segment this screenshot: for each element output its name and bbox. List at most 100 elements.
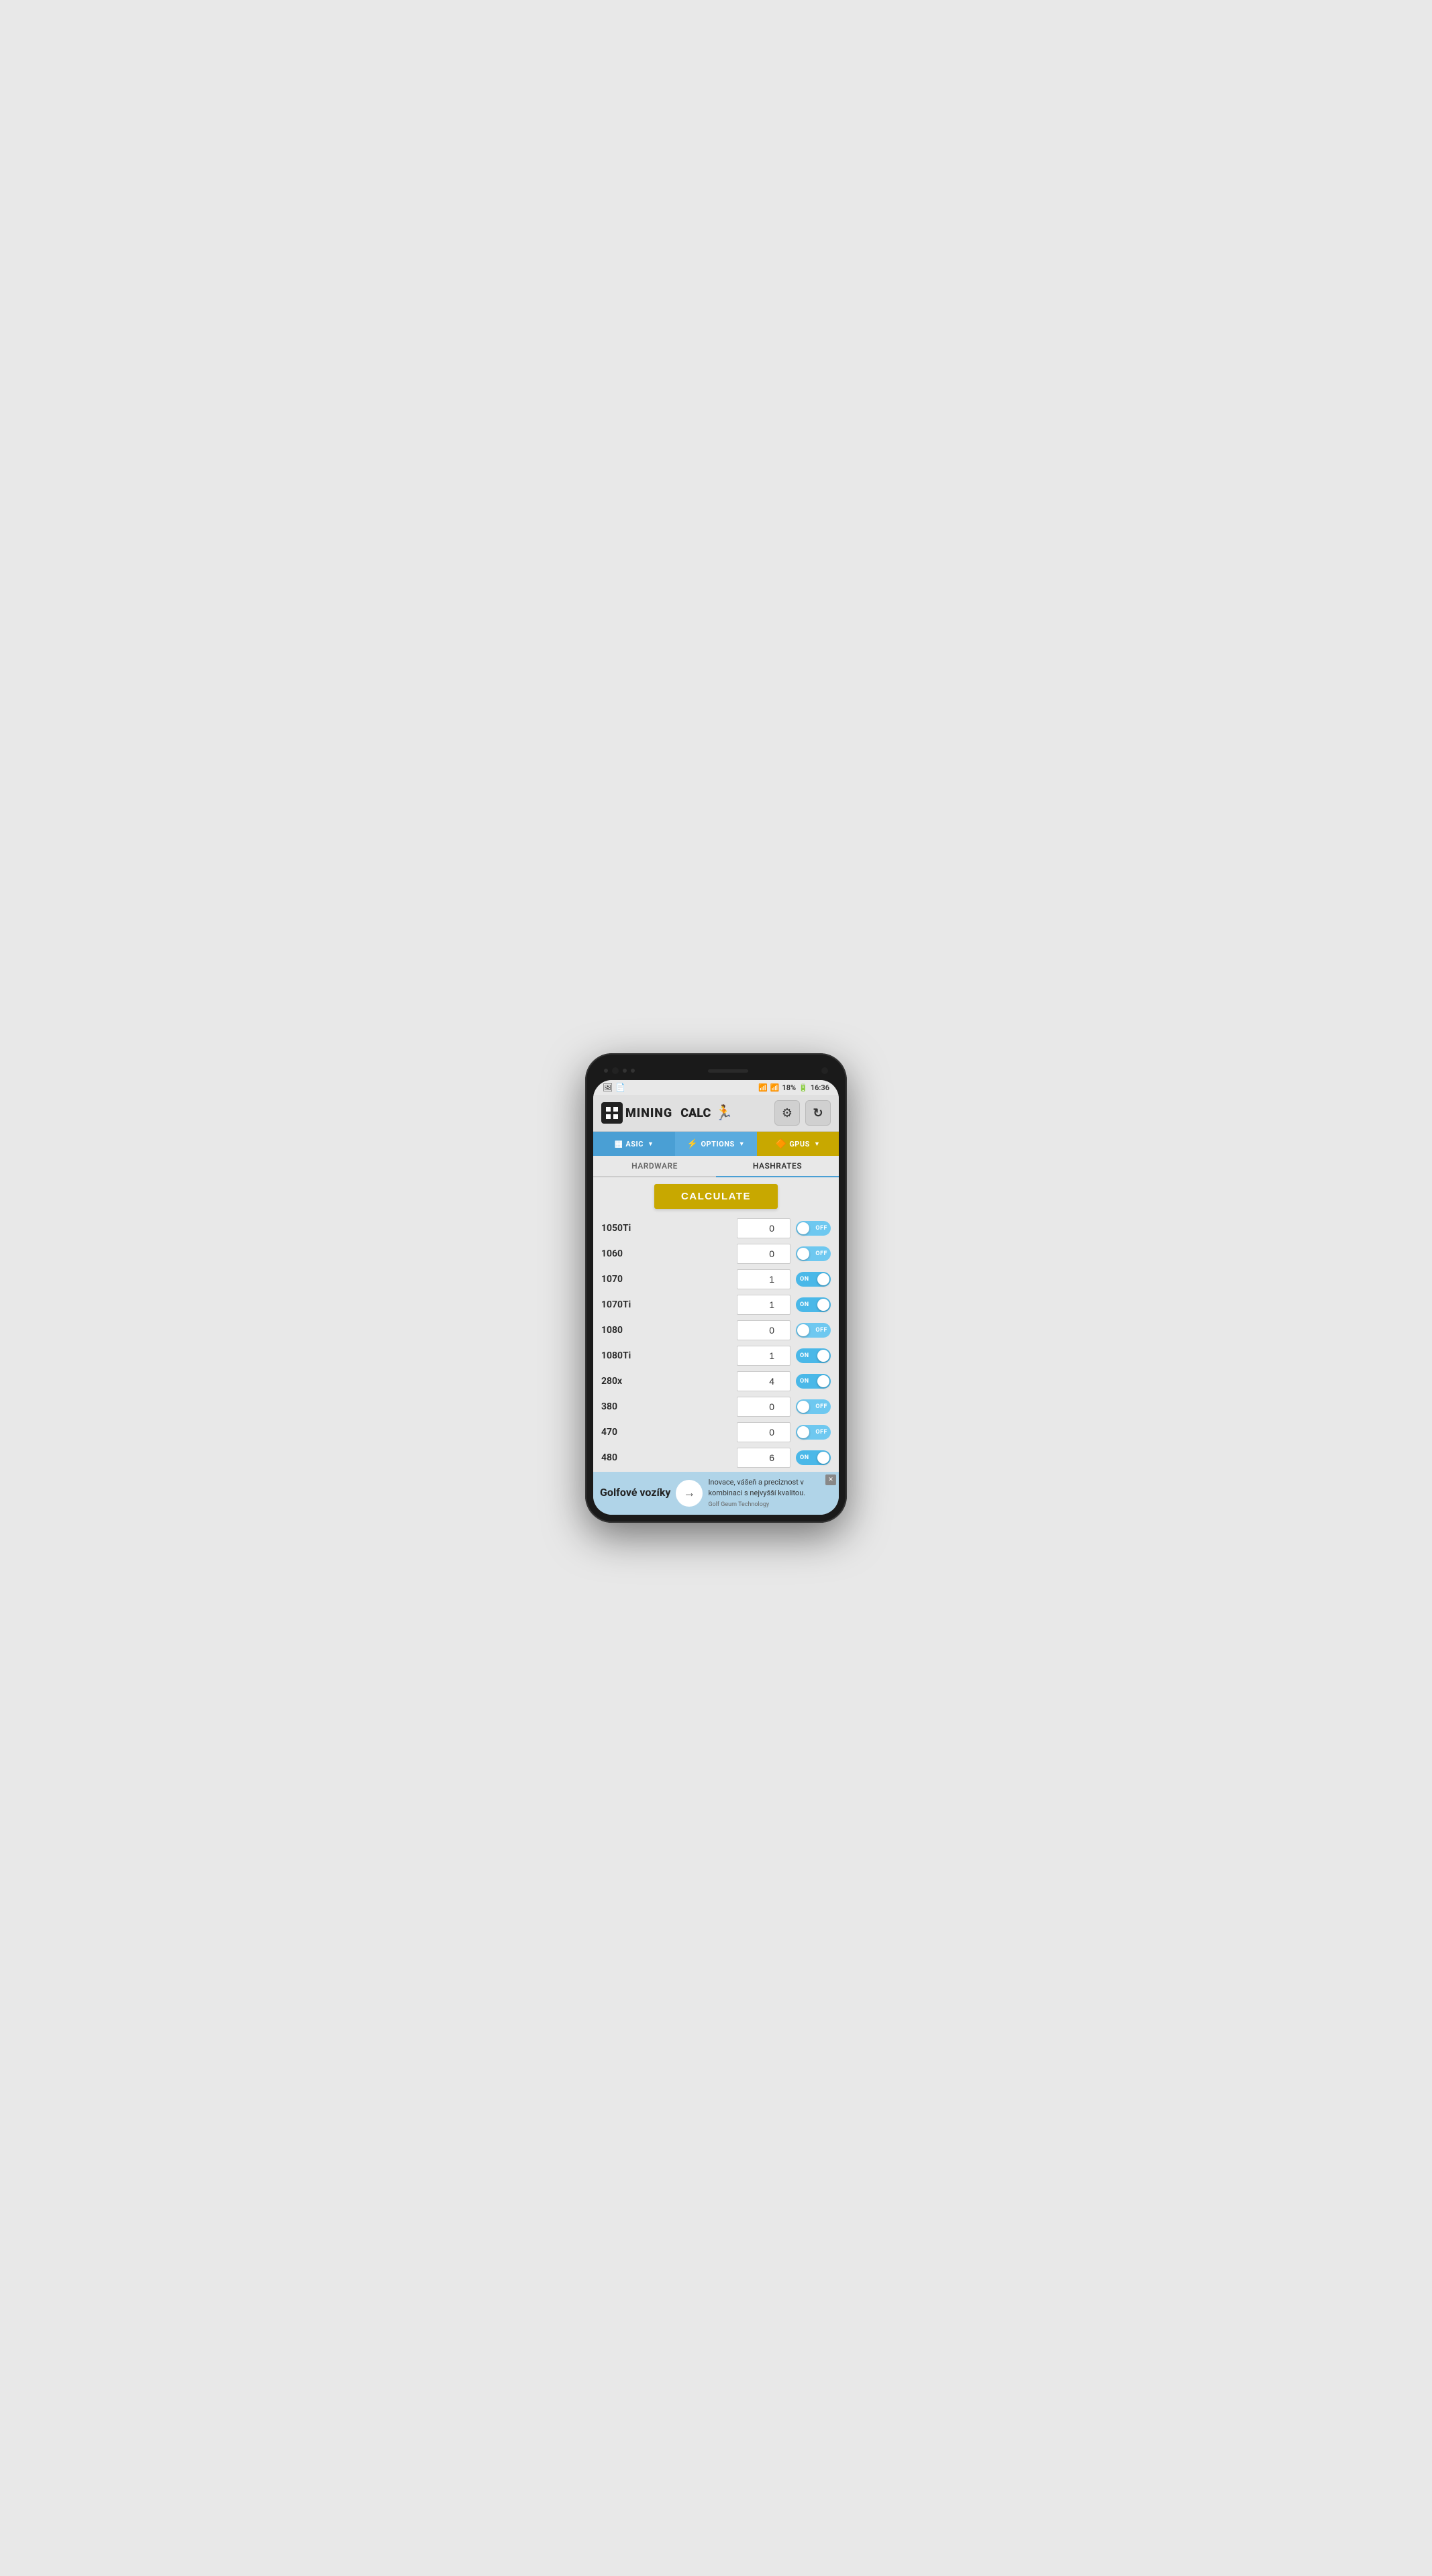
battery-percent: 18% <box>782 1083 796 1092</box>
image-icon: 🖼 <box>603 1083 613 1092</box>
app-logo: MINING CALC 🏃 <box>601 1102 733 1124</box>
gpu-toggle-1060[interactable]: OFF <box>796 1246 831 1261</box>
logo-mining-text: MINING <box>625 1106 672 1120</box>
gpu-label-1050Ti: 1050Ti <box>601 1223 648 1234</box>
phone-screen: 🖼 📄 📶 📶 18% 🔋 16:36 <box>593 1080 839 1515</box>
signal-icon: 📶 <box>770 1083 780 1092</box>
gpu-toggle-480[interactable]: ON <box>796 1450 831 1465</box>
gpu-toggle-knob-280x <box>817 1375 829 1387</box>
tab-gpus[interactable]: 🔶 GPUS ▼ <box>757 1132 839 1156</box>
wifi-icon: 📶 <box>758 1083 768 1092</box>
gpu-label-1070Ti: 1070Ti <box>601 1299 648 1310</box>
gpu-toggle-380[interactable]: OFF <box>796 1399 831 1414</box>
camera-dots <box>604 1067 635 1074</box>
gpu-input-1070[interactable] <box>737 1269 790 1289</box>
gpu-row: 380 OFF <box>601 1397 831 1417</box>
gpu-toggle-470[interactable]: OFF <box>796 1425 831 1440</box>
gpu-row: 480ON <box>601 1448 831 1468</box>
phone-frame: 🖼 📄 📶 📶 18% 🔋 16:36 <box>585 1053 847 1523</box>
gpu-row: 1070 ON <box>601 1269 831 1289</box>
gpu-toggle-knob-1070Ti <box>817 1299 829 1311</box>
tab-gpus-label: GPUS <box>789 1140 810 1148</box>
content-area[interactable]: CALCULATE 1050Ti OFF 1060 OFF 1070 ON 1070Ti ON… <box>593 1177 839 1472</box>
tab-asic[interactable]: ▦ ASIC ▼ <box>593 1132 675 1156</box>
tab-options-label: OPTIONS <box>701 1140 734 1148</box>
gpu-toggle-wrap-380: OFF <box>796 1399 831 1414</box>
gpu-toggle-1050Ti[interactable]: OFF <box>796 1221 831 1236</box>
gpu-toggle-knob-480 <box>817 1452 829 1464</box>
gpu-input-280x[interactable] <box>737 1371 790 1391</box>
gpu-toggle-wrap-1060: OFF <box>796 1246 831 1261</box>
gpu-toggle-wrap-1080Ti: ON <box>796 1348 831 1363</box>
gpu-input-1080Ti[interactable] <box>737 1346 790 1366</box>
gpus-dropdown-arrow: ▼ <box>814 1140 820 1148</box>
options-icon: ⚡ <box>687 1139 699 1149</box>
gpu-input-1070Ti[interactable] <box>737 1295 790 1315</box>
gpu-toggle-wrap-470: OFF <box>796 1425 831 1440</box>
gpu-toggle-wrap-1070Ti: ON <box>796 1297 831 1312</box>
gpu-toggle-wrap-1080: OFF <box>796 1323 831 1338</box>
options-dropdown-arrow: ▼ <box>739 1140 745 1148</box>
gpu-toggle-label-1080Ti: ON <box>800 1352 809 1359</box>
gpu-label-1080Ti: 1080Ti <box>601 1350 648 1361</box>
gpu-label-380: 380 <box>601 1401 648 1412</box>
asic-dropdown-arrow: ▼ <box>648 1140 654 1148</box>
camera-dots-right <box>821 1067 828 1074</box>
gpu-toggle-label-280x: ON <box>800 1378 809 1385</box>
gpu-label-1080: 1080 <box>601 1325 648 1336</box>
ad-banner: Golfové vozíky → Inovace, vášeň a preciz… <box>593 1472 839 1515</box>
gpu-input-1060[interactable] <box>737 1244 790 1264</box>
phone-notch <box>593 1061 839 1080</box>
gpu-toggle-knob-1060 <box>797 1248 809 1260</box>
sub-tab-hashrates[interactable]: HASHRATES <box>716 1156 839 1177</box>
gpu-toggle-label-1070Ti: ON <box>800 1301 809 1308</box>
ad-close-button[interactable]: ✕ <box>825 1474 836 1485</box>
ad-text-left: Golfové vozíky <box>600 1486 670 1500</box>
gpu-toggle-1080Ti[interactable]: ON <box>796 1348 831 1363</box>
calculate-button-wrapper: CALCULATE <box>601 1184 831 1209</box>
gpu-input-470[interactable] <box>737 1422 790 1442</box>
gpu-toggle-knob-1070 <box>817 1273 829 1285</box>
settings-button[interactable]: ⚙ <box>774 1100 800 1126</box>
calculate-button[interactable]: CALCULATE <box>654 1184 778 1209</box>
ad-arrow-button[interactable]: → <box>676 1480 703 1507</box>
sub-tab-hardware[interactable]: HARDWARE <box>593 1156 716 1176</box>
gpu-toggle-label-480: ON <box>800 1454 809 1461</box>
clock: 16:36 <box>811 1083 829 1092</box>
gpu-list: 1050Ti OFF 1060 OFF 1070 ON 1070Ti ON 1080 OFF 108… <box>601 1218 831 1472</box>
gpu-toggle-1070[interactable]: ON <box>796 1272 831 1287</box>
gpu-input-1080[interactable] <box>737 1320 790 1340</box>
gpu-input-480[interactable] <box>737 1448 790 1468</box>
hashrates-tab-label: HASHRATES <box>753 1161 802 1171</box>
status-right: 📶 📶 18% 🔋 16:36 <box>758 1083 829 1092</box>
gpu-toggle-wrap-1070: ON <box>796 1272 831 1287</box>
gpu-toggle-wrap-280x: ON <box>796 1374 831 1389</box>
refresh-icon: ↻ <box>813 1106 823 1120</box>
gpu-row: 470 OFF <box>601 1422 831 1442</box>
logo-runner-icon: 🏃 <box>715 1105 733 1122</box>
gpu-toggle-knob-380 <box>797 1401 809 1413</box>
gpu-label-1060: 1060 <box>601 1248 648 1259</box>
gpu-toggle-1080[interactable]: OFF <box>796 1323 831 1338</box>
gpu-row: 1050Ti OFF <box>601 1218 831 1238</box>
gpu-toggle-label-470: OFF <box>815 1429 827 1436</box>
gpu-input-380[interactable] <box>737 1397 790 1417</box>
gpu-label-1070: 1070 <box>601 1274 648 1285</box>
ad-company-name: Golf Geum Technology <box>708 1501 832 1510</box>
gpu-toggle-280x[interactable]: ON <box>796 1374 831 1389</box>
ad-text-right: Inovace, vášeň a preciznost v kombinaci … <box>708 1477 832 1510</box>
gpu-toggle-knob-1080 <box>797 1324 809 1336</box>
header-actions: ⚙ ↻ <box>774 1100 831 1126</box>
gpu-toggle-1070Ti[interactable]: ON <box>796 1297 831 1312</box>
file-icon: 📄 <box>615 1083 625 1092</box>
refresh-button[interactable]: ↻ <box>805 1100 831 1126</box>
gpu-input-1050Ti[interactable] <box>737 1218 790 1238</box>
gpu-toggle-knob-1050Ti <box>797 1222 809 1234</box>
camera-dot-2 <box>623 1069 627 1073</box>
gpu-label-470: 470 <box>601 1427 648 1438</box>
gpu-toggle-label-1050Ti: OFF <box>815 1225 827 1232</box>
tab-options[interactable]: ⚡ OPTIONS ▼ <box>675 1132 757 1156</box>
app-header: MINING CALC 🏃 ⚙ ↻ <box>593 1095 839 1132</box>
gpu-toggle-knob-470 <box>797 1426 809 1438</box>
gpu-label-280x: 280x <box>601 1376 648 1387</box>
